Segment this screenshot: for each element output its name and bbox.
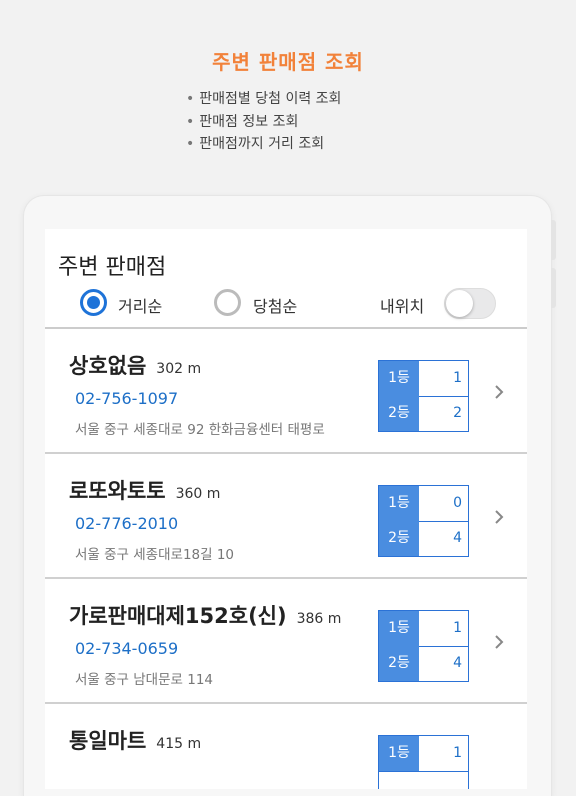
store-address: 서울 중구 세종대로18길 10	[75, 547, 235, 563]
rank-count: 4	[453, 655, 462, 671]
rank-count: 2	[453, 405, 462, 421]
rank-count: 1	[453, 620, 462, 636]
rank-count: 0	[453, 495, 462, 511]
feature-text: 판매점까지 거리 조회	[199, 136, 325, 152]
page-title: 주변 판매점	[58, 255, 167, 280]
chevron-right-icon[interactable]	[492, 382, 506, 402]
rank-label: 2등	[379, 521, 419, 556]
rank-row: 2등 4	[379, 646, 468, 681]
feature-item: • 판매점별 당첨 이력 조회	[186, 88, 341, 111]
rank-label: 1등	[379, 361, 419, 396]
rank-label: 1등	[379, 611, 419, 646]
store-name: 로또와토토 360 m	[69, 479, 221, 503]
bullet-dot: •	[186, 136, 195, 152]
sort-winning-radio[interactable]	[214, 289, 241, 316]
rank-row: 1등 1	[379, 736, 468, 772]
store-phone-link[interactable]: 02-776-2010	[75, 514, 178, 533]
feature-list: • 판매점별 당첨 이력 조회 • 판매점 정보 조회 • 판매점까지 거리 조회	[186, 88, 341, 156]
store-name: 상호없음 302 m	[69, 354, 202, 378]
sort-options: 거리순 당첨순 내위치	[45, 287, 527, 323]
rank-label: 2등	[379, 396, 419, 431]
bullet-dot: •	[186, 113, 195, 130]
feature-text: 판매점 정보 조회	[199, 113, 299, 130]
bullet-dot: •	[186, 91, 195, 107]
rank-label: 1등	[379, 736, 419, 771]
store-distance: 386 m	[296, 611, 342, 627]
store-row[interactable]: 상호없음 302 m 02-756-1097 서울 중구 세종대로 92 한화금융…	[45, 329, 527, 454]
chevron-right-icon[interactable]	[492, 632, 506, 652]
rank-label: 1등	[379, 486, 419, 521]
sort-winning-label[interactable]: 당첨순	[253, 293, 297, 317]
win-count-table: 1등 1 2등 2	[378, 360, 469, 432]
store-row[interactable]: 가로판매대제152호(신) 386 m 02-734-0659 서울 중구 남대문…	[45, 579, 527, 704]
win-count-table: 1등 1	[378, 735, 469, 789]
rank-count: 4	[453, 530, 462, 546]
rank-row: 1등 1	[379, 611, 468, 647]
my-location-label: 내위치	[380, 297, 425, 316]
rank-row: 2등 2	[379, 396, 468, 431]
win-count-table: 1등 1 2등 4	[378, 610, 469, 682]
device-button	[551, 220, 556, 260]
store-row[interactable]: 통일마트 415 m 1등 1	[45, 704, 527, 789]
store-phone-link[interactable]: 02-756-1097	[75, 389, 178, 408]
store-address: 서울 중구 세종대로 92 한화금융센터 태평로	[75, 422, 325, 438]
my-location-toggle[interactable]	[444, 288, 496, 319]
rank-label: 2등	[379, 646, 419, 681]
store-distance: 360 m	[175, 486, 221, 502]
win-count-table: 1등 0 2등 4	[378, 485, 469, 557]
promo-title: 주변 판매점 조회	[212, 50, 364, 74]
rank-count: 1	[453, 370, 462, 386]
rank-count: 1	[453, 745, 462, 761]
feature-text: 판매점별 당첨 이력 조회	[199, 91, 342, 107]
store-row[interactable]: 로또와토토 360 m 02-776-2010 서울 중구 세종대로18길 10 …	[45, 454, 527, 579]
chevron-right-icon[interactable]	[492, 507, 506, 527]
device-button	[551, 268, 556, 308]
app-screen: 주변 판매점 거리순 당첨순 내위치 상호없음 302 m 02-756-1097…	[45, 229, 527, 789]
store-name: 가로판매대제152호(신) 386 m	[69, 604, 342, 628]
rank-row: 2등 4	[379, 521, 468, 556]
store-phone-link[interactable]: 02-734-0659	[75, 639, 178, 658]
rank-row: 1등 0	[379, 486, 468, 522]
store-distance: 302 m	[156, 361, 202, 377]
store-distance: 415 m	[156, 736, 202, 752]
feature-item: • 판매점까지 거리 조회	[186, 133, 341, 156]
feature-item: • 판매점 정보 조회	[186, 111, 341, 134]
store-address: 서울 중구 남대문로 114	[75, 672, 214, 688]
store-name: 통일마트 415 m	[69, 729, 202, 753]
sort-distance-label[interactable]: 거리순	[118, 293, 162, 317]
toggle-knob	[446, 290, 473, 317]
sort-distance-radio[interactable]	[80, 289, 107, 316]
rank-row: 1등 1	[379, 361, 468, 397]
